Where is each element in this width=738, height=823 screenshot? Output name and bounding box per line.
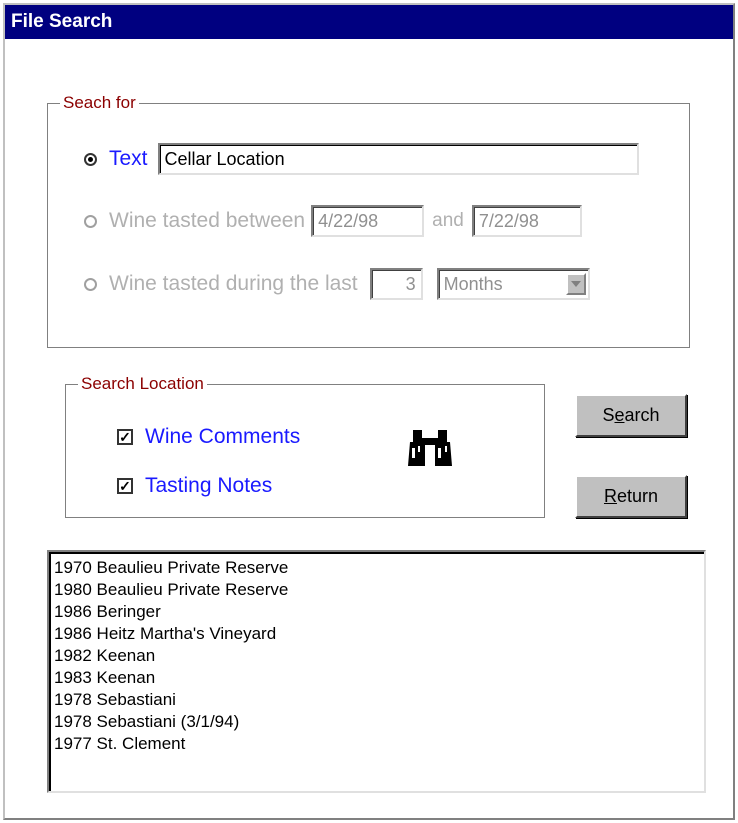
period-unit-select[interactable]: Months xyxy=(436,268,590,300)
list-item[interactable]: 1986 Beringer xyxy=(54,601,704,623)
list-item[interactable]: 1982 Keenan xyxy=(54,645,704,667)
return-button-accel: R xyxy=(603,486,617,506)
search-location-group: Search Location ✓ Wine Comments ✓ Tastin… xyxy=(65,373,545,518)
wine-comments-row: ✓ Wine Comments xyxy=(117,425,300,449)
during-option-label: Wine tasted during the last xyxy=(109,272,358,295)
text-radio[interactable] xyxy=(84,152,97,166)
dropdown-arrow-icon[interactable] xyxy=(565,273,586,295)
binoculars-icon xyxy=(408,430,452,466)
list-item[interactable]: 1986 Heitz Martha's Vineyard xyxy=(54,623,704,645)
search-button[interactable]: Se arch xyxy=(575,394,687,437)
wine-comments-checkbox[interactable]: ✓ xyxy=(117,429,133,445)
search-button-post: arch xyxy=(624,405,660,425)
list-item[interactable]: 1970 Beaulieu Private Reserve xyxy=(54,557,704,579)
period-count-field[interactable] xyxy=(369,268,423,300)
text-option-label: Text xyxy=(109,147,148,170)
during-option-row: Wine tasted during the last Months xyxy=(84,268,590,300)
return-button[interactable]: Return xyxy=(575,475,687,518)
list-item[interactable]: 1983 Keenan xyxy=(54,667,704,689)
search-button-pre: S xyxy=(602,405,615,425)
search-for-group: Seach for Text Wine tasted between and W… xyxy=(47,92,690,348)
tasting-notes-label: Tasting Notes xyxy=(145,474,273,497)
file-search-window: File Search Seach for Text Wine tasted b… xyxy=(3,3,735,820)
text-option-row: Text xyxy=(84,143,639,175)
list-item[interactable]: 1978 Sebastiani (3/1/94) xyxy=(54,711,704,733)
text-search-input[interactable] xyxy=(157,143,639,175)
and-label: and xyxy=(432,210,464,231)
tasting-notes-row: ✓ Tasting Notes xyxy=(117,474,272,498)
window-title: File Search xyxy=(5,5,733,39)
during-radio[interactable] xyxy=(84,277,97,291)
search-button-accel: e xyxy=(614,405,625,425)
between-option-row: Wine tasted between and xyxy=(84,205,582,237)
search-for-label: Seach for xyxy=(60,92,139,114)
list-item[interactable]: 1977 St. Clement xyxy=(54,733,704,755)
search-location-label: Search Location xyxy=(78,373,207,395)
results-list[interactable]: 1970 Beaulieu Private Reserve 1980 Beaul… xyxy=(47,550,706,793)
between-radio[interactable] xyxy=(84,214,97,228)
return-button-post: eturn xyxy=(616,486,659,506)
list-item[interactable]: 1980 Beaulieu Private Reserve xyxy=(54,579,704,601)
between-option-label: Wine tasted between xyxy=(109,209,306,232)
wine-comments-label: Wine Comments xyxy=(145,425,301,448)
tasting-notes-checkbox[interactable]: ✓ xyxy=(117,478,133,494)
list-item[interactable]: 1978 Sebastiani xyxy=(54,689,704,711)
to-date-field[interactable] xyxy=(471,205,582,237)
period-unit-value: Months xyxy=(443,274,503,294)
radio-selected-dot xyxy=(88,156,93,162)
from-date-field[interactable] xyxy=(311,205,425,237)
